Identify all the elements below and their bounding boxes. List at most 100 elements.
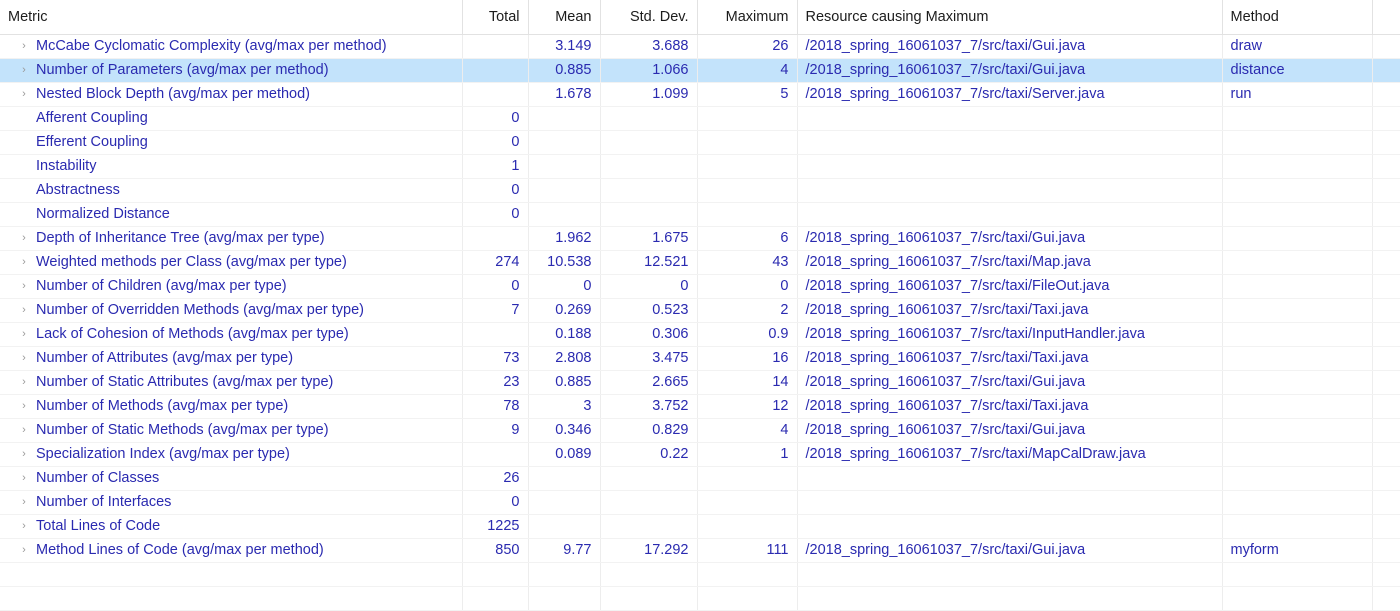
total-cell: 0	[462, 274, 529, 299]
method-cell	[1222, 250, 1373, 275]
mean-cell: 0.269	[528, 298, 601, 323]
metric-cell[interactable]: › Number of Static Methods (avg/max per t…	[0, 418, 463, 443]
metric-cell[interactable]: › Number of Overridden Methods (avg/max p…	[0, 298, 463, 323]
resource-cell: /2018_spring_16061037_7/src/taxi/InputHa…	[797, 322, 1223, 347]
metric-cell[interactable]: ›Abstractness	[0, 178, 463, 203]
metrics-table[interactable]: Metric Total Mean Std. Dev. Maximum Reso…	[0, 0, 1400, 611]
column-header-metric[interactable]: Metric	[0, 0, 463, 35]
metric-cell[interactable]: ›Normalized Distance	[0, 202, 463, 227]
method-cell: myform	[1222, 538, 1373, 563]
metric-cell[interactable]: › Number of Attributes (avg/max per type)	[0, 346, 463, 371]
chevron-right-icon[interactable]: ›	[16, 83, 32, 106]
stddev-cell	[600, 178, 698, 203]
metric-cell[interactable]: › Lack of Cohesion of Methods (avg/max pe…	[0, 322, 463, 347]
metric-cell[interactable]: › Method Lines of Code (avg/max per metho…	[0, 538, 463, 563]
stddev-cell: 3.475	[600, 346, 698, 371]
table-row[interactable]: ›Instability1	[0, 154, 1400, 179]
column-header-stddev[interactable]: Std. Dev.	[600, 0, 698, 35]
stddev-cell: 0.523	[600, 298, 698, 323]
method-cell	[1222, 394, 1373, 419]
chevron-right-icon[interactable]: ›	[16, 299, 32, 322]
metric-cell[interactable]: ›Afferent Coupling	[0, 106, 463, 131]
maximum-cell	[697, 490, 798, 515]
table-row[interactable]: › Number of Static Attributes (avg/max pe…	[0, 370, 1400, 395]
table-row[interactable]: › Number of Static Methods (avg/max per t…	[0, 418, 1400, 443]
chevron-right-icon[interactable]: ›	[16, 491, 32, 514]
metric-cell[interactable]: › Weighted methods per Class (avg/max per…	[0, 250, 463, 275]
table-row[interactable]: › Number of Classes 26	[0, 466, 1400, 491]
table-row[interactable]: › Number of Methods (avg/max per type) 78 3…	[0, 394, 1400, 419]
metric-cell[interactable]: ›Efferent Coupling	[0, 130, 463, 155]
chevron-right-icon[interactable]: ›	[16, 467, 32, 490]
metric-cell[interactable]: › McCabe Cyclomatic Complexity (avg/max p…	[0, 34, 463, 59]
mean-cell	[528, 130, 601, 155]
table-row[interactable]: › Total Lines of Code 1225	[0, 514, 1400, 539]
table-row[interactable]: › Depth of Inheritance Tree (avg/max per …	[0, 226, 1400, 251]
maximum-cell	[697, 202, 798, 227]
table-row[interactable]: › Specialization Index (avg/max per type)…	[0, 442, 1400, 467]
stddev-cell	[600, 562, 698, 587]
table-row[interactable]: ›Normalized Distance0	[0, 202, 1400, 227]
total-cell: 23	[462, 370, 529, 395]
metric-cell[interactable]: › Specialization Index (avg/max per type)	[0, 442, 463, 467]
metric-cell[interactable]: ›	[0, 562, 463, 587]
total-cell	[462, 82, 529, 107]
mean-cell: 0	[528, 274, 601, 299]
table-row[interactable]: › Number of Parameters (avg/max per metho…	[0, 58, 1400, 83]
table-row[interactable]: › Number of Attributes (avg/max per type)…	[0, 346, 1400, 371]
chevron-right-icon[interactable]: ›	[16, 275, 32, 298]
metric-cell[interactable]: › Total Lines of Code	[0, 514, 463, 539]
metric-cell[interactable]: › Nested Block Depth (avg/max per method)	[0, 82, 463, 107]
metric-cell[interactable]: › Number of Children (avg/max per type)	[0, 274, 463, 299]
column-header-resource[interactable]: Resource causing Maximum	[797, 0, 1223, 35]
table-row[interactable]: › Number of Interfaces 0	[0, 490, 1400, 515]
chevron-right-icon[interactable]: ›	[16, 347, 32, 370]
chevron-right-icon[interactable]: ›	[16, 323, 32, 346]
chevron-right-icon[interactable]: ›	[16, 539, 32, 562]
chevron-right-icon[interactable]: ›	[16, 419, 32, 442]
table-row[interactable]: › Nested Block Depth (avg/max per method)…	[0, 82, 1400, 107]
metric-cell[interactable]: › Number of Static Attributes (avg/max pe…	[0, 370, 463, 395]
row-spacer-cell	[1372, 514, 1400, 539]
column-header-total[interactable]: Total	[462, 0, 529, 35]
chevron-right-icon[interactable]: ›	[16, 515, 32, 538]
table-row[interactable]: › Lack of Cohesion of Methods (avg/max pe…	[0, 322, 1400, 347]
table-row[interactable]: ›Efferent Coupling0	[0, 130, 1400, 155]
metric-cell[interactable]: › Number of Methods (avg/max per type)	[0, 394, 463, 419]
chevron-right-icon[interactable]: ›	[16, 395, 32, 418]
table-row[interactable]: › Number of Overridden Methods (avg/max p…	[0, 298, 1400, 323]
column-header-mean[interactable]: Mean	[528, 0, 601, 35]
column-header-method[interactable]: Method	[1222, 0, 1373, 35]
chevron-right-icon[interactable]: ›	[16, 371, 32, 394]
twisty-placeholder: ›	[16, 203, 32, 226]
metric-cell[interactable]: ›Instability	[0, 154, 463, 179]
stddev-cell: 2.665	[600, 370, 698, 395]
chevron-right-icon[interactable]: ›	[16, 59, 32, 82]
table-row[interactable]: ›Afferent Coupling0	[0, 106, 1400, 131]
chevron-right-icon[interactable]: ›	[16, 227, 32, 250]
metric-cell[interactable]: › Number of Parameters (avg/max per metho…	[0, 58, 463, 83]
metric-cell[interactable]: › Number of Classes	[0, 466, 463, 491]
metric-cell[interactable]: › Depth of Inheritance Tree (avg/max per …	[0, 226, 463, 251]
chevron-right-icon[interactable]: ›	[16, 443, 32, 466]
table-row[interactable]: › Number of Children (avg/max per type) 0 0…	[0, 274, 1400, 299]
metric-cell[interactable]: › Number of Interfaces	[0, 490, 463, 515]
resource-cell	[797, 586, 1223, 611]
table-row[interactable]: › McCabe Cyclomatic Complexity (avg/max p…	[0, 34, 1400, 59]
table-row[interactable]: ›	[0, 562, 1400, 587]
table-row[interactable]: ›Abstractness0	[0, 178, 1400, 203]
table-row[interactable]: › Weighted methods per Class (avg/max per…	[0, 250, 1400, 275]
metric-cell[interactable]: ›	[0, 586, 463, 611]
metric-label: Abstractness	[36, 182, 120, 198]
total-cell: 0	[462, 490, 529, 515]
mean-cell: 0.188	[528, 322, 601, 347]
chevron-right-icon[interactable]: ›	[16, 251, 32, 274]
method-cell	[1222, 466, 1373, 491]
chevron-right-icon[interactable]: ›	[16, 35, 32, 58]
table-body[interactable]: › McCabe Cyclomatic Complexity (avg/max p…	[0, 34, 1400, 611]
resource-cell: /2018_spring_16061037_7/src/taxi/Gui.jav…	[797, 538, 1223, 563]
table-row[interactable]: ›	[0, 586, 1400, 611]
total-cell: 1	[462, 154, 529, 179]
table-row[interactable]: › Method Lines of Code (avg/max per metho…	[0, 538, 1400, 563]
column-header-maximum[interactable]: Maximum	[697, 0, 798, 35]
